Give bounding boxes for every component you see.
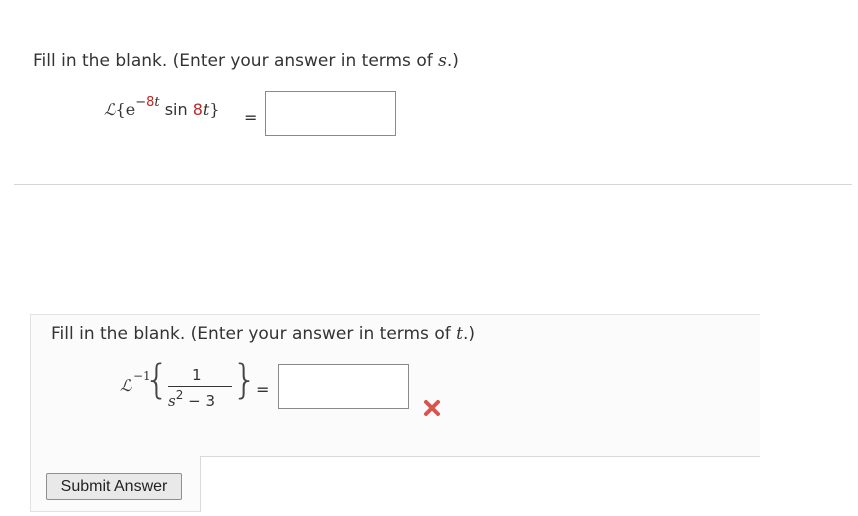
equals-sign: = <box>256 380 270 399</box>
exponent-variable: t <box>154 95 160 110</box>
instruction-variable: s <box>438 51 447 71</box>
right-brace: } <box>232 357 258 403</box>
panel-footer-line <box>201 456 760 457</box>
instruction-text: Fill in the blank. (Enter your answer in… <box>51 324 457 344</box>
denominator-variable: s <box>168 392 176 410</box>
argument-coefficient: 8 <box>192 100 203 119</box>
homework-page: Fill in the blank. (Enter your answer in… <box>0 0 858 516</box>
laplace-symbol: ℒ <box>120 376 132 395</box>
question-1-expression: ℒ{e−8t sin 8 t} <box>104 95 220 119</box>
equals-sign: = <box>244 108 258 127</box>
expression-close: } <box>209 100 220 119</box>
expression-open: {e <box>115 100 136 119</box>
question-2-instruction: Fill in the blank. (Enter your answer in… <box>51 324 475 344</box>
sine-function: sin <box>164 100 188 119</box>
submit-answer-button[interactable]: Submit Answer <box>46 473 182 500</box>
panel-footer-notch <box>200 456 201 512</box>
instruction-suffix: .) <box>446 51 459 71</box>
exponent: −8t <box>135 95 159 110</box>
question-2-expression: ℒ −1 { 1 s2 − 3 } <box>120 360 270 420</box>
question-1-answer-input[interactable] <box>265 91 396 136</box>
instruction-suffix: .) <box>462 324 475 344</box>
instruction-variable: t <box>456 324 463 344</box>
left-brace: { <box>144 357 170 403</box>
laplace-symbol: ℒ <box>104 100 116 119</box>
fraction-numerator: 1 <box>192 366 202 384</box>
denominator-power: 2 <box>175 388 184 402</box>
fraction-bar <box>168 386 232 387</box>
x-mark-icon <box>424 400 440 416</box>
section-divider <box>14 184 852 185</box>
panel-footer-blank <box>201 457 760 513</box>
denominator-rest: − 3 <box>183 392 215 410</box>
question-1-instruction: Fill in the blank. (Enter your answer in… <box>33 51 459 71</box>
fraction-denominator: s2 − 3 <box>168 388 215 410</box>
question-2-answer-input[interactable] <box>278 364 409 409</box>
exponent-sign: − <box>135 95 147 110</box>
instruction-text: Fill in the blank. (Enter your answer in… <box>33 51 439 71</box>
